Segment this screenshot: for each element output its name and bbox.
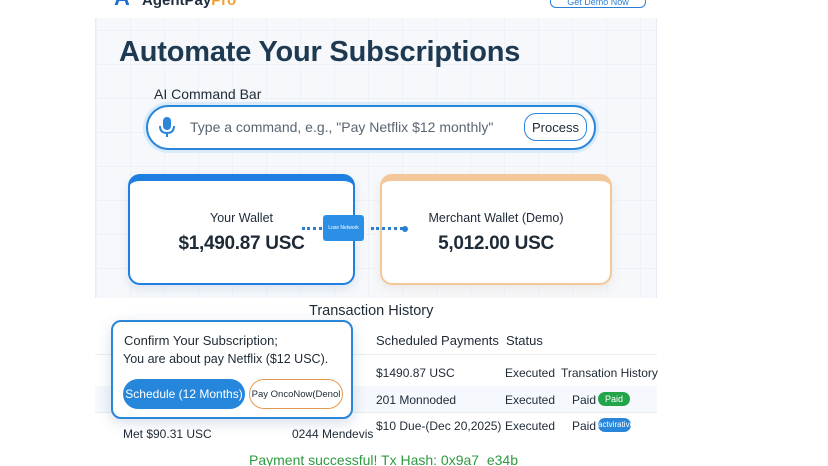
table-cell-extra: Paid (572, 393, 597, 407)
status-badge: actvirative (598, 418, 634, 432)
merchant-wallet-card: Merchant Wallet (Demo) 5,012.00 USC (380, 174, 612, 285)
logo[interactable]: AgentPayPro (142, 0, 236, 9)
logo-icon: A (114, 0, 136, 9)
table-cell-extra: Paid (572, 419, 597, 433)
dialog-title: Confirm Your Subscription; (124, 333, 278, 348)
process-button[interactable]: Process (524, 113, 587, 141)
transaction-history-title: Transaction History (309, 303, 434, 319)
table-cell-mid: 0244 Mendevis (292, 427, 374, 441)
connector-dots-left (302, 227, 322, 231)
page-title: Automate Your Subscriptions (119, 36, 521, 68)
logo-text: AgentPay (142, 0, 212, 9)
wallet-balance: $1,490.87 USC (178, 233, 305, 254)
logo-accent: Pro (211, 0, 237, 9)
table-cell-status: Executed (505, 393, 556, 407)
connector-dots-right (371, 227, 403, 231)
status-badge: Paid (598, 392, 630, 406)
table-cell-payment: $10 Due-(Dec 20,2025) (376, 419, 502, 433)
table-cell-status: Executed (505, 366, 556, 380)
dialog-message: You are about pay Netflix ($12 USC). (123, 352, 329, 366)
microphone-icon[interactable] (156, 115, 178, 139)
table-cell-payment: $1490.87 USC (376, 366, 455, 380)
merchant-wallet-balance: 5,012.00 USC (438, 233, 554, 254)
success-message: Payment successful! Tx Hash: 0x9a7_e34b (249, 452, 519, 466)
schedule-button[interactable]: Schedule (12 Months) (123, 379, 245, 409)
table-cell-status: Executed (505, 419, 556, 433)
table-cell-extra[interactable]: Transation History (561, 366, 658, 380)
table-cell-left: Met $90.31 USC (123, 427, 212, 441)
command-input[interactable] (190, 113, 520, 141)
wallet-title: Your Wallet (210, 211, 273, 225)
column-header-scheduled-payments: Scheduled Payments (376, 333, 499, 348)
get-demo-button[interactable]: Get Demo Now (550, 0, 646, 8)
column-header-status: Status (506, 333, 543, 348)
table-cell-payment: 201 Monnoded (376, 393, 457, 407)
network-badge: Lose Network (323, 215, 364, 241)
command-bar-label: AI Command Bar (154, 86, 262, 102)
connector-endpoint (402, 226, 408, 232)
merchant-wallet-title: Merchant Wallet (Demo) (428, 211, 564, 225)
pay-once-button[interactable]: Pay OncoNow(Denol (249, 379, 343, 409)
